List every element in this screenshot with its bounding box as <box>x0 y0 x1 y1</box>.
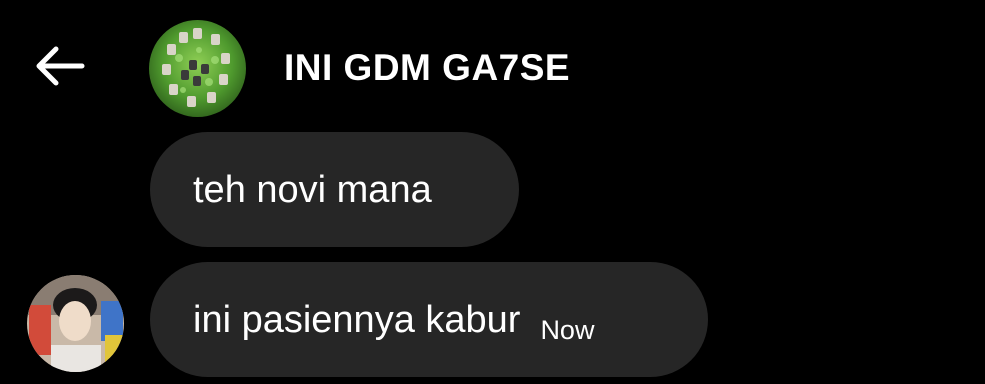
chat-title[interactable]: INI GDM GA7SE <box>284 46 570 90</box>
message-text: teh novi mana <box>193 168 432 211</box>
sender-avatar[interactable] <box>27 275 124 372</box>
message-bubble[interactable]: ini pasiennya kabur Now <box>150 262 708 377</box>
message-bubble[interactable]: teh novi mana <box>150 132 519 247</box>
arrow-left-icon <box>32 44 86 93</box>
message-timestamp: Now <box>540 315 595 345</box>
group-avatar[interactable] <box>149 20 246 117</box>
sender-avatar-image <box>27 275 124 372</box>
group-avatar-image <box>149 20 246 117</box>
message-text: ini pasiennya kabur <box>193 298 521 341</box>
back-button[interactable] <box>28 40 90 96</box>
